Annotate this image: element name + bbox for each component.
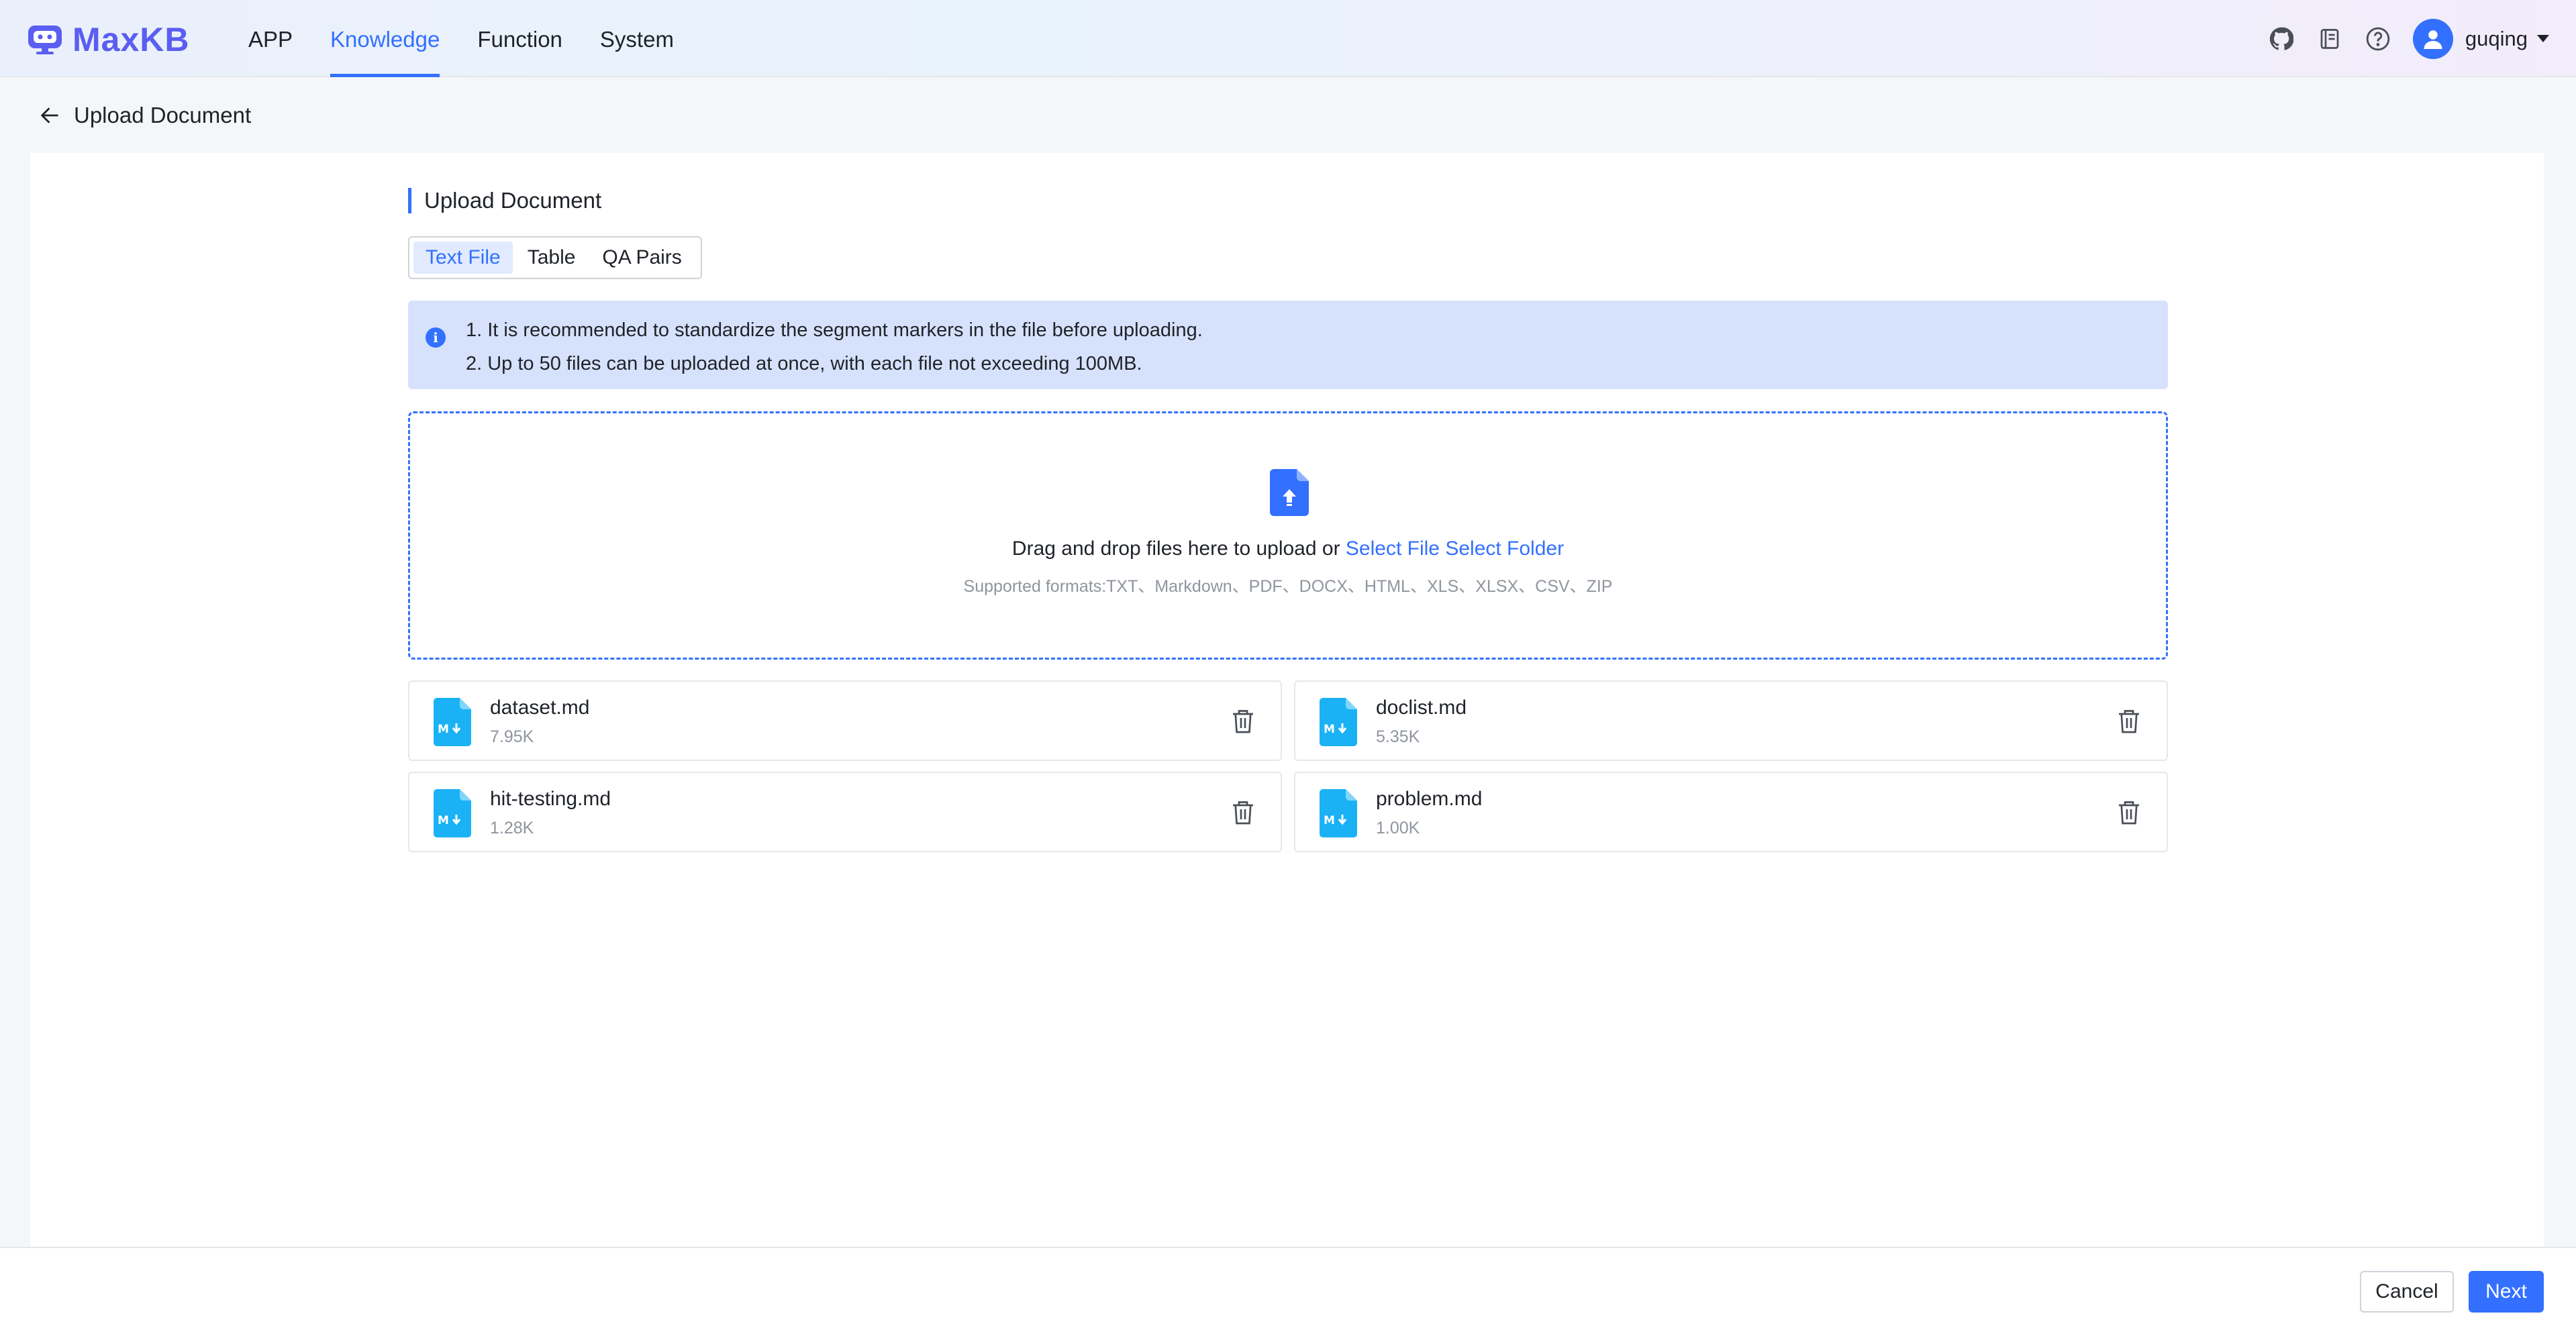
file-card: M doclist.md 5.35K <box>1294 680 2168 761</box>
main-card: Upload Document Text File Table QA Pairs… <box>30 153 2544 1247</box>
file-name: doclist.md <box>1376 697 1467 719</box>
nav-function[interactable]: Function <box>477 0 562 77</box>
supported-formats: Supported formats:TXT、Markdown、PDF、DOCX、… <box>963 577 1613 596</box>
file-size: 7.95K <box>490 727 534 746</box>
select-folder-link[interactable]: Select Folder <box>1445 537 1564 560</box>
file-name: hit-testing.md <box>490 788 611 810</box>
cancel-button[interactable]: Cancel <box>2360 1271 2454 1313</box>
delete-icon[interactable] <box>1231 709 1255 735</box>
svg-text:M: M <box>438 723 449 736</box>
svg-text:M: M <box>1324 814 1335 827</box>
upload-file-icon <box>1270 469 1309 516</box>
file-card: M hit-testing.md 1.28K <box>408 772 1282 852</box>
help-icon[interactable] <box>2365 25 2391 52</box>
brand-name: MaxKB <box>72 21 190 58</box>
svg-text:M: M <box>1324 723 1335 736</box>
info-alert: i 1. It is recommended to standardize th… <box>408 301 2168 389</box>
file-name: problem.md <box>1376 788 1483 810</box>
file-card: M problem.md 1.00K <box>1294 772 2168 852</box>
header-actions: guqing <box>2246 0 2549 77</box>
nav-app[interactable]: APP <box>248 0 293 77</box>
back-arrow-icon[interactable] <box>36 102 63 129</box>
file-type-tabs: Text File Table QA Pairs <box>408 236 702 279</box>
delete-icon[interactable] <box>2117 709 2141 735</box>
page-subheader: Upload Document <box>0 79 2576 152</box>
username[interactable]: guqing <box>2465 27 2528 51</box>
logo-robot-icon <box>26 21 64 58</box>
alert-line-2: 2. Up to 50 files can be uploaded at onc… <box>466 353 1142 374</box>
info-icon: i <box>426 327 446 348</box>
caret-down-icon[interactable] <box>2537 35 2549 42</box>
nav-knowledge[interactable]: Knowledge <box>330 0 440 77</box>
tab-qa-pairs[interactable]: QA Pairs <box>590 242 693 274</box>
top-header: MaxKB APP Knowledge Function System guqi… <box>0 0 2576 77</box>
file-size: 1.28K <box>490 819 534 837</box>
markdown-file-icon: M <box>434 698 471 746</box>
dropzone-instruction: Drag and drop files here to upload or <box>1011 537 1340 560</box>
tab-text-file[interactable]: Text File <box>413 242 513 274</box>
next-button[interactable]: Next <box>2469 1271 2544 1313</box>
alert-line-1: 1. It is recommended to standardize the … <box>466 319 1203 341</box>
markdown-file-icon: M <box>1320 698 1357 746</box>
github-icon[interactable] <box>2268 25 2295 52</box>
markdown-file-icon: M <box>1320 789 1357 837</box>
tab-table[interactable]: Table <box>515 242 588 274</box>
upload-dropzone[interactable]: Drag and drop files here to upload or Se… <box>408 411 2168 660</box>
avatar[interactable] <box>2412 18 2453 59</box>
delete-icon[interactable] <box>1231 800 1255 827</box>
logo[interactable]: MaxKB <box>26 20 189 59</box>
file-card: M dataset.md 7.95K <box>408 680 1282 761</box>
file-name: dataset.md <box>490 697 590 719</box>
footer-bar: Cancel Next <box>0 1247 2576 1334</box>
file-size: 1.00K <box>1376 819 1420 837</box>
select-file-link[interactable]: Select File <box>1346 537 1440 560</box>
nav-system[interactable]: System <box>600 0 674 77</box>
main-nav: APP Knowledge Function System <box>248 0 711 77</box>
section-title: Upload Document <box>408 188 601 213</box>
delete-icon[interactable] <box>2117 800 2141 827</box>
file-size: 5.35K <box>1376 727 1420 746</box>
book-icon[interactable] <box>2316 25 2343 52</box>
svg-text:M: M <box>438 814 449 827</box>
page-title: Upload Document <box>74 103 252 127</box>
markdown-file-icon: M <box>434 789 471 837</box>
dropzone-text: Drag and drop files here to upload or Se… <box>410 537 2166 560</box>
